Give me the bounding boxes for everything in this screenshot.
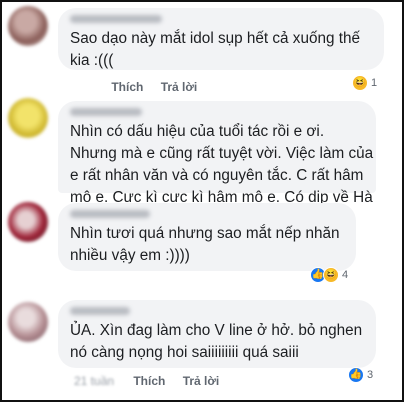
author-name[interactable] bbox=[70, 210, 150, 218]
comment-actions: Thích Trả lời bbox=[74, 80, 211, 94]
reaction-count: 1 bbox=[371, 77, 378, 89]
avatar[interactable] bbox=[8, 202, 48, 242]
reaction-summary[interactable]: 😆 1 bbox=[352, 74, 377, 92]
comment-bubble: Sao dạo này mắt idol sụp hết cả xuống th… bbox=[58, 8, 384, 70]
timestamp[interactable]: 21 tuần bbox=[74, 374, 122, 388]
haha-icon: 😆 bbox=[323, 267, 339, 283]
author-name[interactable] bbox=[70, 15, 162, 23]
reply-button[interactable]: Trả lời bbox=[183, 374, 220, 388]
comment-text: Nhìn có dấu hiệu của tuổi tác rồi e ơi. … bbox=[70, 123, 374, 206]
reply-button[interactable]: Trả lời bbox=[161, 80, 198, 94]
like-button[interactable]: Thích bbox=[111, 80, 143, 94]
avatar[interactable] bbox=[8, 6, 48, 46]
reaction-summary[interactable]: 👍 3 bbox=[348, 366, 373, 384]
comment-bubble: Nhìn tươi quá nhưng sao mắt nếp nhăn nhi… bbox=[58, 203, 356, 271]
timestamp[interactable] bbox=[74, 80, 108, 94]
comment-bubble: ỦA. Xìn đag làm cho V line ở hở. bỏ nghe… bbox=[58, 300, 376, 368]
avatar[interactable] bbox=[8, 302, 48, 342]
like-button[interactable]: Thích bbox=[133, 374, 165, 388]
avatar[interactable] bbox=[8, 98, 48, 138]
haha-icon: 😆 bbox=[352, 75, 368, 91]
comment-thread: Sao dạo này mắt idol sụp hết cả xuống th… bbox=[0, 0, 404, 402]
author-name[interactable] bbox=[70, 108, 142, 116]
comment-bubble: Nhìn có dấu hiệu của tuổi tác rồi e ơi. … bbox=[58, 101, 376, 206]
reaction-count: 4 bbox=[342, 269, 349, 281]
reaction-summary[interactable]: 👍 😆 4 bbox=[310, 266, 348, 284]
comment-text: ỦA. Xìn đag làm cho V line ở hở. bỏ nghe… bbox=[70, 322, 363, 361]
comment-actions: 21 tuần Thích Trả lời bbox=[74, 374, 233, 388]
like-icon: 👍 bbox=[348, 367, 364, 383]
comment-text: Sao dạo này mắt idol sụp hết cả xuống th… bbox=[70, 30, 360, 69]
comment-text: Nhìn tươi quá nhưng sao mắt nếp nhăn nhi… bbox=[70, 225, 340, 264]
reaction-count: 3 bbox=[367, 369, 374, 381]
author-name[interactable] bbox=[70, 307, 130, 315]
